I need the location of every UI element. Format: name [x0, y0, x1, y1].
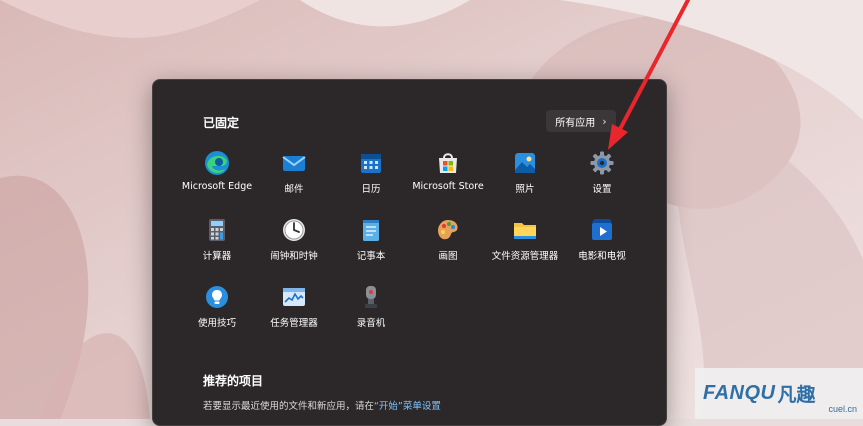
notepad-icon — [358, 217, 384, 243]
app-voice-recorder[interactable]: 录音机 — [331, 284, 411, 329]
start-menu-settings-link[interactable]: “开始”菜单设置 — [374, 401, 441, 412]
app-label: 画图 — [438, 251, 458, 262]
app-label: 计算器 — [202, 251, 232, 262]
tips-icon — [204, 284, 230, 310]
calendar-icon — [358, 150, 384, 176]
start-menu: 已固定 所有应用 › Microsoft Edge 邮件 日历 Microsof… — [152, 79, 667, 426]
task-manager-icon — [281, 284, 307, 310]
pinned-section-title: 已固定 — [203, 116, 240, 130]
folder-icon — [512, 217, 538, 243]
app-paint[interactable]: 画图 — [408, 217, 488, 262]
photos-icon — [512, 150, 538, 176]
app-label: 电影和电视 — [578, 251, 626, 262]
app-label: 录音机 — [356, 318, 386, 329]
app-photos[interactable]: 照片 — [485, 150, 565, 195]
recorder-icon — [358, 284, 384, 310]
gear-icon — [589, 150, 615, 176]
mail-icon — [281, 150, 307, 176]
recommended-hint: 若要显示最近使用的文件和新应用，请在“开始”菜单设置 — [203, 398, 441, 412]
app-calculator[interactable]: 计算器 — [177, 217, 257, 262]
app-label: 闹钟和时钟 — [270, 251, 318, 262]
app-calendar[interactable]: 日历 — [331, 150, 411, 195]
calculator-icon — [204, 217, 230, 243]
app-notepad[interactable]: 记事本 — [331, 217, 411, 262]
recommended-hint-text: 若要显示最近使用的文件和新应用，请在 — [203, 401, 375, 412]
app-label: 文件资源管理器 — [491, 251, 559, 262]
app-alarms-clock[interactable]: 闹钟和时钟 — [254, 217, 334, 262]
all-apps-button[interactable]: 所有应用 › — [546, 110, 616, 132]
app-microsoft-store[interactable]: Microsoft Store — [408, 150, 488, 192]
app-label: 任务管理器 — [270, 318, 318, 329]
watermark-url: cuel.cn — [828, 404, 857, 414]
app-label: 使用技巧 — [197, 318, 236, 329]
chevron-right-icon: › — [602, 114, 607, 128]
app-label: Microsoft Edge — [181, 181, 253, 192]
paint-icon — [435, 217, 461, 243]
watermark: FANQU 凡趣 cuel.cn — [695, 368, 863, 419]
app-movies-tv[interactable]: 电影和电视 — [562, 217, 642, 262]
app-label: 照片 — [515, 184, 535, 195]
recommended-section-title: 推荐的项目 — [203, 374, 264, 388]
app-mail[interactable]: 邮件 — [254, 150, 334, 195]
app-label: 邮件 — [284, 184, 304, 195]
watermark-brand: FANQU — [703, 382, 776, 404]
app-label: 日历 — [361, 184, 381, 195]
clock-icon — [281, 217, 307, 243]
store-icon — [435, 150, 461, 176]
app-file-explorer[interactable]: 文件资源管理器 — [485, 217, 565, 262]
app-label: Microsoft Store — [412, 181, 484, 192]
app-microsoft-edge[interactable]: Microsoft Edge — [177, 150, 257, 192]
watermark-brand-cn: 凡趣 — [777, 384, 816, 406]
app-settings[interactable]: 设置 — [562, 150, 642, 195]
all-apps-label: 所有应用 — [555, 117, 596, 129]
app-task-manager[interactable]: 任务管理器 — [254, 284, 334, 329]
app-label: 设置 — [592, 184, 612, 195]
app-tips[interactable]: 使用技巧 — [177, 284, 257, 329]
app-label: 记事本 — [356, 251, 386, 262]
edge-icon — [204, 150, 230, 176]
movies-icon — [589, 217, 615, 243]
